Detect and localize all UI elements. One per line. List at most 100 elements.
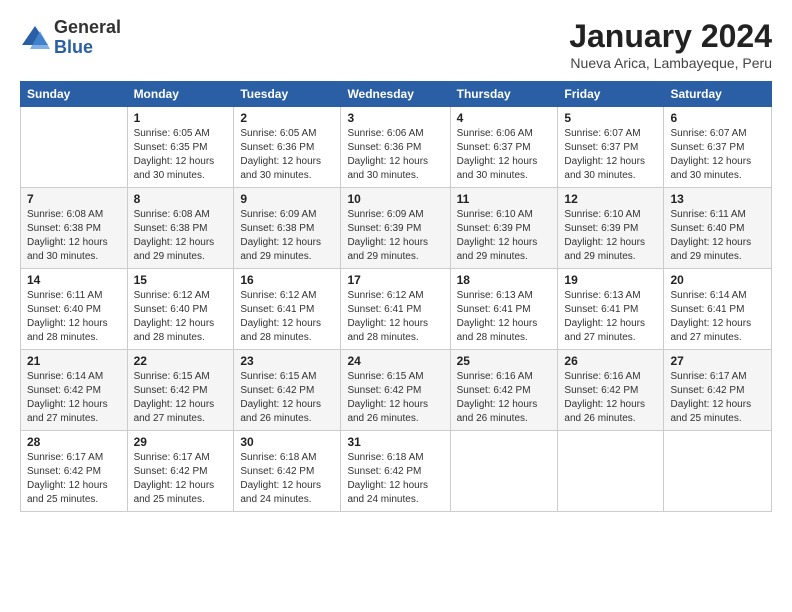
day-info: Sunrise: 6:17 AM Sunset: 6:42 PM Dayligh… xyxy=(134,451,228,507)
day-number: 27 xyxy=(670,354,765,368)
header-tuesday: Tuesday xyxy=(234,82,341,107)
day-cell: 4Sunrise: 6:06 AM Sunset: 6:37 PM Daylig… xyxy=(450,107,558,188)
day-info: Sunrise: 6:15 AM Sunset: 6:42 PM Dayligh… xyxy=(134,370,228,426)
day-info: Sunrise: 6:15 AM Sunset: 6:42 PM Dayligh… xyxy=(240,370,334,426)
day-number: 5 xyxy=(564,111,657,125)
day-number: 6 xyxy=(670,111,765,125)
week-row-4: 21Sunrise: 6:14 AM Sunset: 6:42 PM Dayli… xyxy=(21,350,772,431)
day-cell: 10 Sunrise: 6:09 AM Sunset: 6:39 PM Dayli… xyxy=(341,188,450,269)
day-number: 9 xyxy=(240,192,334,206)
day-info: Sunrise: 6:14 AM Sunset: 6:42 PM Dayligh… xyxy=(27,370,121,426)
day-cell: 20 Sunrise: 6:14 AM Sunset: 6:41 PM Dayli… xyxy=(664,269,772,350)
day-cell: 23 Sunrise: 6:15 AM Sunset: 6:42 PM Dayli… xyxy=(234,350,341,431)
day-info: Sunrise: 6:14 AM Sunset: 6:41 PM Dayligh… xyxy=(670,289,765,345)
day-cell: 28 Sunrise: 6:17 AM Sunset: 6:42 PM Dayli… xyxy=(21,431,128,512)
day-info: Sunrise: 6:08 AM Sunset: 6:38 PM Dayligh… xyxy=(27,208,121,264)
day-cell: 14 Sunrise: 6:11 AM Sunset: 6:40 PM Dayli… xyxy=(21,269,128,350)
day-cell: 17 Sunrise: 6:12 AM Sunset: 6:41 PM Dayli… xyxy=(341,269,450,350)
day-info: Sunrise: 6:12 AM Sunset: 6:41 PM Dayligh… xyxy=(347,289,443,345)
day-cell: 19Sunrise: 6:13 AM Sunset: 6:41 PM Dayli… xyxy=(558,269,664,350)
day-number: 7 xyxy=(27,192,121,206)
day-cell: 22 Sunrise: 6:15 AM Sunset: 6:42 PM Dayli… xyxy=(127,350,234,431)
day-cell: 26Sunrise: 6:16 AM Sunset: 6:42 PM Dayli… xyxy=(558,350,664,431)
title-area: January 2024 Nueva Arica, Lambayeque, Pe… xyxy=(569,18,772,71)
day-number: 28 xyxy=(27,435,121,449)
day-number: 3 xyxy=(347,111,443,125)
day-cell: 15 Sunrise: 6:12 AM Sunset: 6:40 PM Dayli… xyxy=(127,269,234,350)
day-cell: 18Sunrise: 6:13 AM Sunset: 6:41 PM Dayli… xyxy=(450,269,558,350)
day-number: 2 xyxy=(240,111,334,125)
day-cell: 16 Sunrise: 6:12 AM Sunset: 6:41 PM Dayli… xyxy=(234,269,341,350)
day-cell xyxy=(558,431,664,512)
day-info: Sunrise: 6:16 AM Sunset: 6:42 PM Dayligh… xyxy=(457,370,552,426)
day-cell xyxy=(450,431,558,512)
day-number: 8 xyxy=(134,192,228,206)
logo: General Blue xyxy=(20,18,121,58)
page: General Blue January 2024 Nueva Arica, L… xyxy=(0,0,792,612)
logo-icon xyxy=(20,23,50,53)
day-number: 31 xyxy=(347,435,443,449)
day-number: 11 xyxy=(457,192,552,206)
day-number: 26 xyxy=(564,354,657,368)
day-cell: 9 Sunrise: 6:09 AM Sunset: 6:38 PM Daylig… xyxy=(234,188,341,269)
day-cell: 7 Sunrise: 6:08 AM Sunset: 6:38 PM Daylig… xyxy=(21,188,128,269)
header-saturday: Saturday xyxy=(664,82,772,107)
day-cell: 27 Sunrise: 6:17 AM Sunset: 6:42 PM Dayli… xyxy=(664,350,772,431)
day-cell: 31 Sunrise: 6:18 AM Sunset: 6:42 PM Dayli… xyxy=(341,431,450,512)
calendar-table: Sunday Monday Tuesday Wednesday Thursday… xyxy=(20,81,772,512)
day-number: 25 xyxy=(457,354,552,368)
day-info: Sunrise: 6:18 AM Sunset: 6:42 PM Dayligh… xyxy=(347,451,443,507)
day-info: Sunrise: 6:17 AM Sunset: 6:42 PM Dayligh… xyxy=(670,370,765,426)
month-title: January 2024 xyxy=(569,18,772,55)
day-cell: 12 Sunrise: 6:10 AM Sunset: 6:39 PM Dayli… xyxy=(558,188,664,269)
day-info: Sunrise: 6:05 AM Sunset: 6:36 PM Dayligh… xyxy=(240,127,334,183)
day-info: Sunrise: 6:15 AM Sunset: 6:42 PM Dayligh… xyxy=(347,370,443,426)
day-cell: 11Sunrise: 6:10 AM Sunset: 6:39 PM Dayli… xyxy=(450,188,558,269)
day-number: 22 xyxy=(134,354,228,368)
day-cell: 21Sunrise: 6:14 AM Sunset: 6:42 PM Dayli… xyxy=(21,350,128,431)
day-info: Sunrise: 6:18 AM Sunset: 6:42 PM Dayligh… xyxy=(240,451,334,507)
day-cell: 25 Sunrise: 6:16 AM Sunset: 6:42 PM Dayli… xyxy=(450,350,558,431)
day-cell: 24Sunrise: 6:15 AM Sunset: 6:42 PM Dayli… xyxy=(341,350,450,431)
header-friday: Friday xyxy=(558,82,664,107)
logo-general-text: General xyxy=(54,18,121,38)
day-info: Sunrise: 6:13 AM Sunset: 6:41 PM Dayligh… xyxy=(457,289,552,345)
day-number: 4 xyxy=(457,111,552,125)
day-info: Sunrise: 6:09 AM Sunset: 6:39 PM Dayligh… xyxy=(347,208,443,264)
day-info: Sunrise: 6:07 AM Sunset: 6:37 PM Dayligh… xyxy=(564,127,657,183)
day-number: 13 xyxy=(670,192,765,206)
day-number: 23 xyxy=(240,354,334,368)
day-cell: 1Sunrise: 6:05 AM Sunset: 6:35 PM Daylig… xyxy=(127,107,234,188)
day-number: 30 xyxy=(240,435,334,449)
day-cell: 30 Sunrise: 6:18 AM Sunset: 6:42 PM Dayli… xyxy=(234,431,341,512)
week-row-2: 7 Sunrise: 6:08 AM Sunset: 6:38 PM Daylig… xyxy=(21,188,772,269)
logo-text: General Blue xyxy=(54,18,121,58)
day-number: 15 xyxy=(134,273,228,287)
logo-blue-text: Blue xyxy=(54,38,121,58)
day-info: Sunrise: 6:07 AM Sunset: 6:37 PM Dayligh… xyxy=(670,127,765,183)
day-number: 1 xyxy=(134,111,228,125)
day-cell: 2 Sunrise: 6:05 AM Sunset: 6:36 PM Daylig… xyxy=(234,107,341,188)
day-cell xyxy=(21,107,128,188)
day-number: 12 xyxy=(564,192,657,206)
week-row-5: 28 Sunrise: 6:17 AM Sunset: 6:42 PM Dayli… xyxy=(21,431,772,512)
day-number: 20 xyxy=(670,273,765,287)
location-subtitle: Nueva Arica, Lambayeque, Peru xyxy=(569,55,772,71)
day-cell: 13Sunrise: 6:11 AM Sunset: 6:40 PM Dayli… xyxy=(664,188,772,269)
day-cell: 6 Sunrise: 6:07 AM Sunset: 6:37 PM Daylig… xyxy=(664,107,772,188)
day-info: Sunrise: 6:08 AM Sunset: 6:38 PM Dayligh… xyxy=(134,208,228,264)
day-cell xyxy=(664,431,772,512)
header-monday: Monday xyxy=(127,82,234,107)
day-number: 10 xyxy=(347,192,443,206)
day-info: Sunrise: 6:11 AM Sunset: 6:40 PM Dayligh… xyxy=(27,289,121,345)
day-info: Sunrise: 6:10 AM Sunset: 6:39 PM Dayligh… xyxy=(564,208,657,264)
day-number: 16 xyxy=(240,273,334,287)
day-info: Sunrise: 6:12 AM Sunset: 6:40 PM Dayligh… xyxy=(134,289,228,345)
day-info: Sunrise: 6:09 AM Sunset: 6:38 PM Dayligh… xyxy=(240,208,334,264)
day-info: Sunrise: 6:06 AM Sunset: 6:36 PM Dayligh… xyxy=(347,127,443,183)
day-number: 14 xyxy=(27,273,121,287)
day-info: Sunrise: 6:12 AM Sunset: 6:41 PM Dayligh… xyxy=(240,289,334,345)
day-cell: 29Sunrise: 6:17 AM Sunset: 6:42 PM Dayli… xyxy=(127,431,234,512)
day-info: Sunrise: 6:17 AM Sunset: 6:42 PM Dayligh… xyxy=(27,451,121,507)
day-number: 17 xyxy=(347,273,443,287)
